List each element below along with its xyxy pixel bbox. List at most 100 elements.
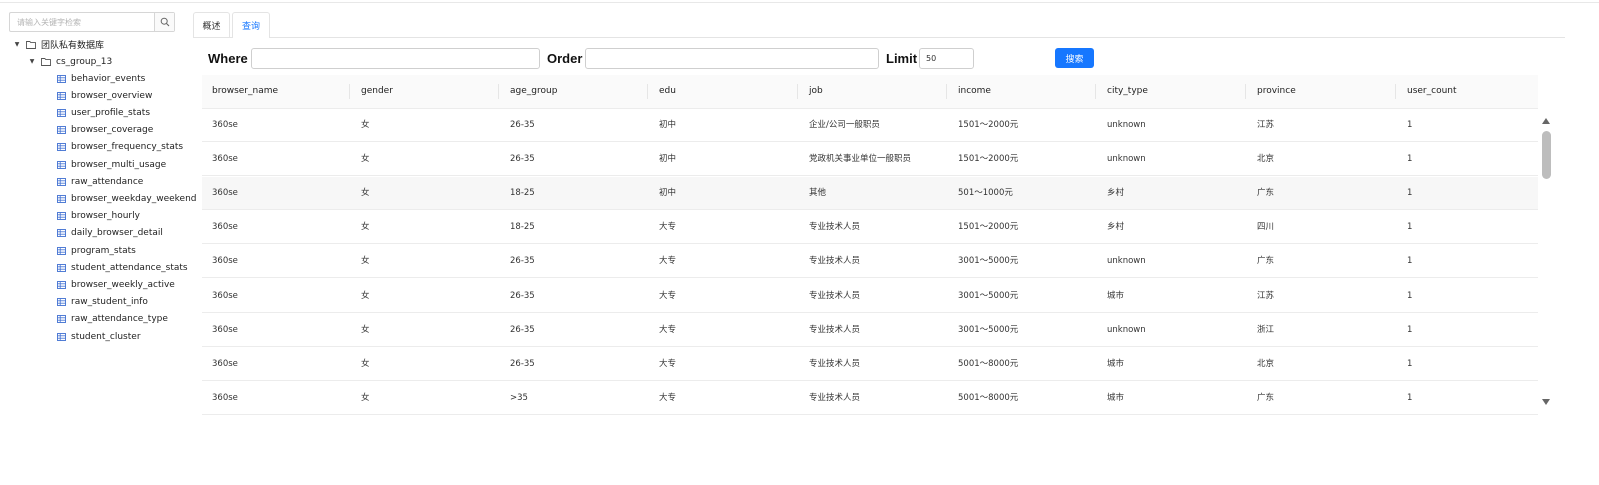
cell-edu: 大专	[659, 256, 677, 267]
sidebar-table-item[interactable]: browser_weekday_weekend	[57, 190, 197, 207]
sidebar-search-input[interactable]	[10, 13, 155, 31]
cell-user-count: 1	[1407, 290, 1413, 301]
sidebar-table-item[interactable]: daily_browser_detail	[57, 225, 163, 242]
sidebar-table-item[interactable]: raw_student_info	[57, 294, 148, 311]
cell-edu: 初中	[659, 188, 677, 199]
sidebar-table-item[interactable]: browser_weekly_active	[57, 276, 175, 293]
sidebar-table-item[interactable]: raw_attendance	[57, 173, 143, 190]
cell-edu: 初中	[659, 120, 677, 130]
sidebar-table-item[interactable]: behavior_events	[57, 70, 145, 87]
cell-province: 北京	[1257, 154, 1275, 165]
limit-input[interactable]	[919, 48, 974, 69]
tab-overview[interactable]: 概述	[193, 12, 230, 37]
sidebar-table-item[interactable]: student_attendance_stats	[57, 259, 188, 276]
cell-age-group: 18-25	[510, 222, 535, 233]
column-header-gender[interactable]: gender	[351, 75, 393, 108]
search-button[interactable]: 搜索	[1055, 48, 1094, 68]
cell-job: 党政机关事业单位一般职员	[809, 154, 912, 165]
sidebar-table-item[interactable]: browser_multi_usage	[57, 156, 166, 173]
table-row[interactable]: 360se 女 26-35 大专 专业技术人员 3001～5000元 unknown 浙江 1	[202, 314, 1538, 347]
scrollbar-thumb[interactable]	[1542, 131, 1551, 179]
table-icon	[57, 74, 66, 83]
cell-browser-name: 360se	[212, 222, 238, 233]
cell-gender: 女	[361, 120, 370, 130]
cell-age-group: 26-35	[510, 324, 535, 335]
column-header-city-type[interactable]: city_type	[1097, 75, 1148, 108]
sidebar-table-item[interactable]: browser_hourly	[57, 208, 140, 225]
cell-edu: 大专	[659, 290, 677, 301]
column-divider	[498, 84, 499, 99]
sidebar-table-label: behavior_events	[71, 73, 146, 84]
limit-label: Limit	[886, 51, 918, 66]
column-header-edu[interactable]: edu	[649, 75, 676, 108]
column-header-user-count[interactable]: user_count	[1397, 75, 1457, 108]
sidebar-table-item[interactable]: student_cluster	[57, 328, 141, 345]
sidebar-table-item[interactable]: user_profile_stats	[57, 104, 150, 121]
column-header-province[interactable]: province	[1247, 75, 1296, 108]
sidebar-table-label: browser_weekday_weekend	[71, 193, 197, 204]
tree-root[interactable]: ▼ 团队私有数据库	[12, 36, 104, 53]
cell-province: 四川	[1257, 222, 1275, 233]
sidebar-table-label: browser_multi_usage	[71, 159, 167, 170]
cell-province: 北京	[1257, 358, 1275, 369]
sidebar-table-item[interactable]: raw_attendance_type	[57, 311, 168, 328]
table-row[interactable]: 360se 女 18-25 大专 专业技术人员 1501～2000元 乡村 四川 1	[202, 211, 1538, 245]
table-row[interactable]: 360se 女 18-25 初中 其他 501～1000元 乡村 广东 1	[202, 177, 1538, 211]
scroll-down-icon[interactable]	[1541, 398, 1551, 407]
order-input[interactable]	[585, 48, 879, 69]
cell-income: 3001～5000元	[958, 290, 1019, 301]
table-row[interactable]: 360se 女 >35 大专 专业技术人员 5001～8000元 城市 广东 1	[202, 382, 1538, 415]
where-label: Where	[208, 51, 248, 66]
cell-browser-name: 360se	[212, 392, 238, 403]
cell-user-count: 1	[1407, 154, 1413, 165]
caret-down-icon[interactable]: ▼	[27, 58, 37, 65]
scroll-up-icon[interactable]	[1541, 116, 1551, 125]
cell-job: 专业技术人员	[809, 324, 861, 335]
top-divider	[0, 2, 1599, 3]
sidebar-table-label: browser_frequency_stats	[71, 142, 184, 153]
column-divider	[1395, 84, 1396, 99]
table-icon	[57, 315, 66, 324]
where-input[interactable]	[251, 48, 540, 69]
table-icon	[57, 263, 66, 272]
cell-gender: 女	[361, 188, 370, 199]
sidebar-table-label: program_stats	[71, 245, 136, 256]
cell-job: 专业技术人员	[809, 222, 861, 233]
table-row[interactable]: 360se 女 26-35 大专 专业技术人员 5001～8000元 城市 北京 1	[202, 348, 1538, 381]
sidebar-table-item[interactable]: browser_overview	[57, 87, 152, 104]
sidebar-table-item[interactable]: program_stats	[57, 242, 136, 259]
cell-job: 专业技术人员	[809, 290, 861, 301]
tree-group[interactable]: ▼ cs_group_13	[27, 53, 113, 70]
column-header-browser-name[interactable]: browser_name	[202, 75, 278, 108]
table-row[interactable]: 360se 女 26-35 初中 企业/公司一般职员 1501～2000元 unknown 江…	[202, 109, 1538, 142]
table-icon	[57, 298, 66, 307]
column-header-age-group[interactable]: age_group	[500, 75, 557, 108]
column-divider	[797, 84, 798, 99]
sidebar-table-label: daily_browser_detail	[71, 228, 163, 239]
table-icon	[57, 177, 66, 186]
cell-city-type: 城市	[1107, 358, 1125, 369]
column-header-income[interactable]: income	[948, 75, 991, 108]
cell-city-type: unknown	[1107, 324, 1146, 335]
cell-age-group: 18-25	[510, 188, 535, 199]
cell-city-type: unknown	[1107, 256, 1146, 267]
caret-down-icon[interactable]: ▼	[12, 41, 22, 48]
cell-gender: 女	[361, 256, 370, 267]
cell-job: 专业技术人员	[809, 256, 861, 267]
table-row[interactable]: 360se 女 26-35 初中 党政机关事业单位一般职员 1501～2000元 unkno…	[202, 143, 1538, 177]
tab-query[interactable]: 查询	[232, 12, 270, 38]
table-row[interactable]: 360se 女 26-35 大专 专业技术人员 3001～5000元 城市 江苏 1	[202, 280, 1538, 313]
table-row[interactable]: 360se 女 26-35 大专 专业技术人员 3001～5000元 unknown 广东 1	[202, 245, 1538, 279]
table-icon	[57, 143, 66, 152]
cell-job: 企业/公司一般职员	[809, 120, 880, 130]
cell-city-type: 城市	[1107, 290, 1125, 301]
cell-province: 广东	[1257, 256, 1275, 267]
cell-income: 1501～2000元	[958, 120, 1019, 130]
sidebar-table-item[interactable]: browser_coverage	[57, 122, 153, 139]
column-header-job[interactable]: job	[799, 75, 823, 108]
cell-job: 专业技术人员	[809, 392, 861, 403]
sidebar-table-item[interactable]: browser_frequency_stats	[57, 139, 183, 156]
table-header: browser_name gender age_group edu job income c…	[202, 75, 1538, 109]
cell-job: 其他	[809, 188, 827, 199]
search-icon[interactable]	[154, 13, 174, 31]
